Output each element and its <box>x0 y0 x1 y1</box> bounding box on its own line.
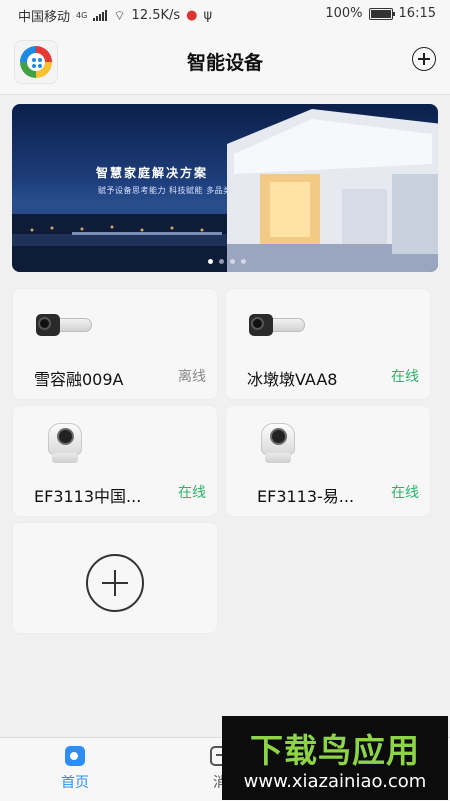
dome-camera-icon <box>48 423 82 463</box>
banner-subtitle: 赋予设备思考能力 科技赋能 多品类 <box>98 186 232 195</box>
device-card[interactable]: EF3113中国... 在线 <box>12 405 218 517</box>
watermark-title: 下载鸟应用 <box>250 731 420 770</box>
battery-percent: 100% <box>325 6 363 21</box>
banner-pager <box>208 259 246 264</box>
dome-camera-icon <box>261 423 295 463</box>
device-status: 在线 <box>391 369 419 385</box>
banner-title: 智慧家庭解决方案 <box>96 166 209 180</box>
home-icon <box>65 746 85 766</box>
nav-home[interactable]: 首页 <box>30 746 120 792</box>
add-device-card[interactable] <box>12 522 218 634</box>
plus-circle-icon[interactable] <box>86 554 144 612</box>
pager-dot <box>219 259 224 264</box>
bullet-camera-icon <box>36 312 92 338</box>
promo-banner[interactable]: 智慧家庭解决方案 赋予设备思考能力 科技赋能 多品类 <box>12 104 438 272</box>
pager-dot <box>241 259 246 264</box>
app-notif-icon: ● <box>186 8 198 23</box>
clock: 16:15 <box>398 6 436 21</box>
pager-dot <box>208 259 213 264</box>
usb-icon: ψ <box>203 8 213 23</box>
net-speed: 12.5K/s <box>131 8 181 23</box>
device-name: EF3113-易... <box>257 487 355 506</box>
device-status: 在线 <box>391 485 419 501</box>
wifi-icon: ⌔ <box>113 8 126 24</box>
header: 智能设备 <box>0 28 450 95</box>
nav-home-label: 首页 <box>61 775 89 791</box>
battery-icon <box>368 7 395 20</box>
status-right: 100% 16:15 <box>325 6 436 21</box>
network-type: 4G <box>76 11 88 20</box>
carrier-label: 中国移动 <box>18 10 71 25</box>
pager-dot <box>230 259 235 264</box>
page-title: 智能设备 <box>186 52 263 74</box>
device-card[interactable]: 雪容融009A 离线 <box>12 288 218 400</box>
device-name: 雪容融009A <box>34 370 124 389</box>
add-device-icon[interactable] <box>412 47 436 71</box>
signal-icon <box>93 10 108 21</box>
device-name: 冰墩墩VAA8 <box>247 370 338 389</box>
watermark-overlay: 下载鸟应用 www.xiazainiao.com <box>222 716 448 800</box>
device-card[interactable]: EF3113-易... 在线 <box>225 405 431 517</box>
bullet-camera-icon <box>249 312 305 338</box>
status-left: 中国移动 4G ⌔ 12.5K/s ● ψ <box>18 6 212 25</box>
device-name: EF3113中国... <box>34 487 142 506</box>
device-status: 在线 <box>178 485 206 501</box>
watermark-url: www.xiazainiao.com <box>243 771 427 792</box>
status-bar: 中国移动 4G ⌔ 12.5K/s ● ψ 100% 16:15 <box>0 0 450 28</box>
device-status: 离线 <box>178 369 206 385</box>
device-card[interactable]: 冰墩墩VAA8 在线 <box>225 288 431 400</box>
